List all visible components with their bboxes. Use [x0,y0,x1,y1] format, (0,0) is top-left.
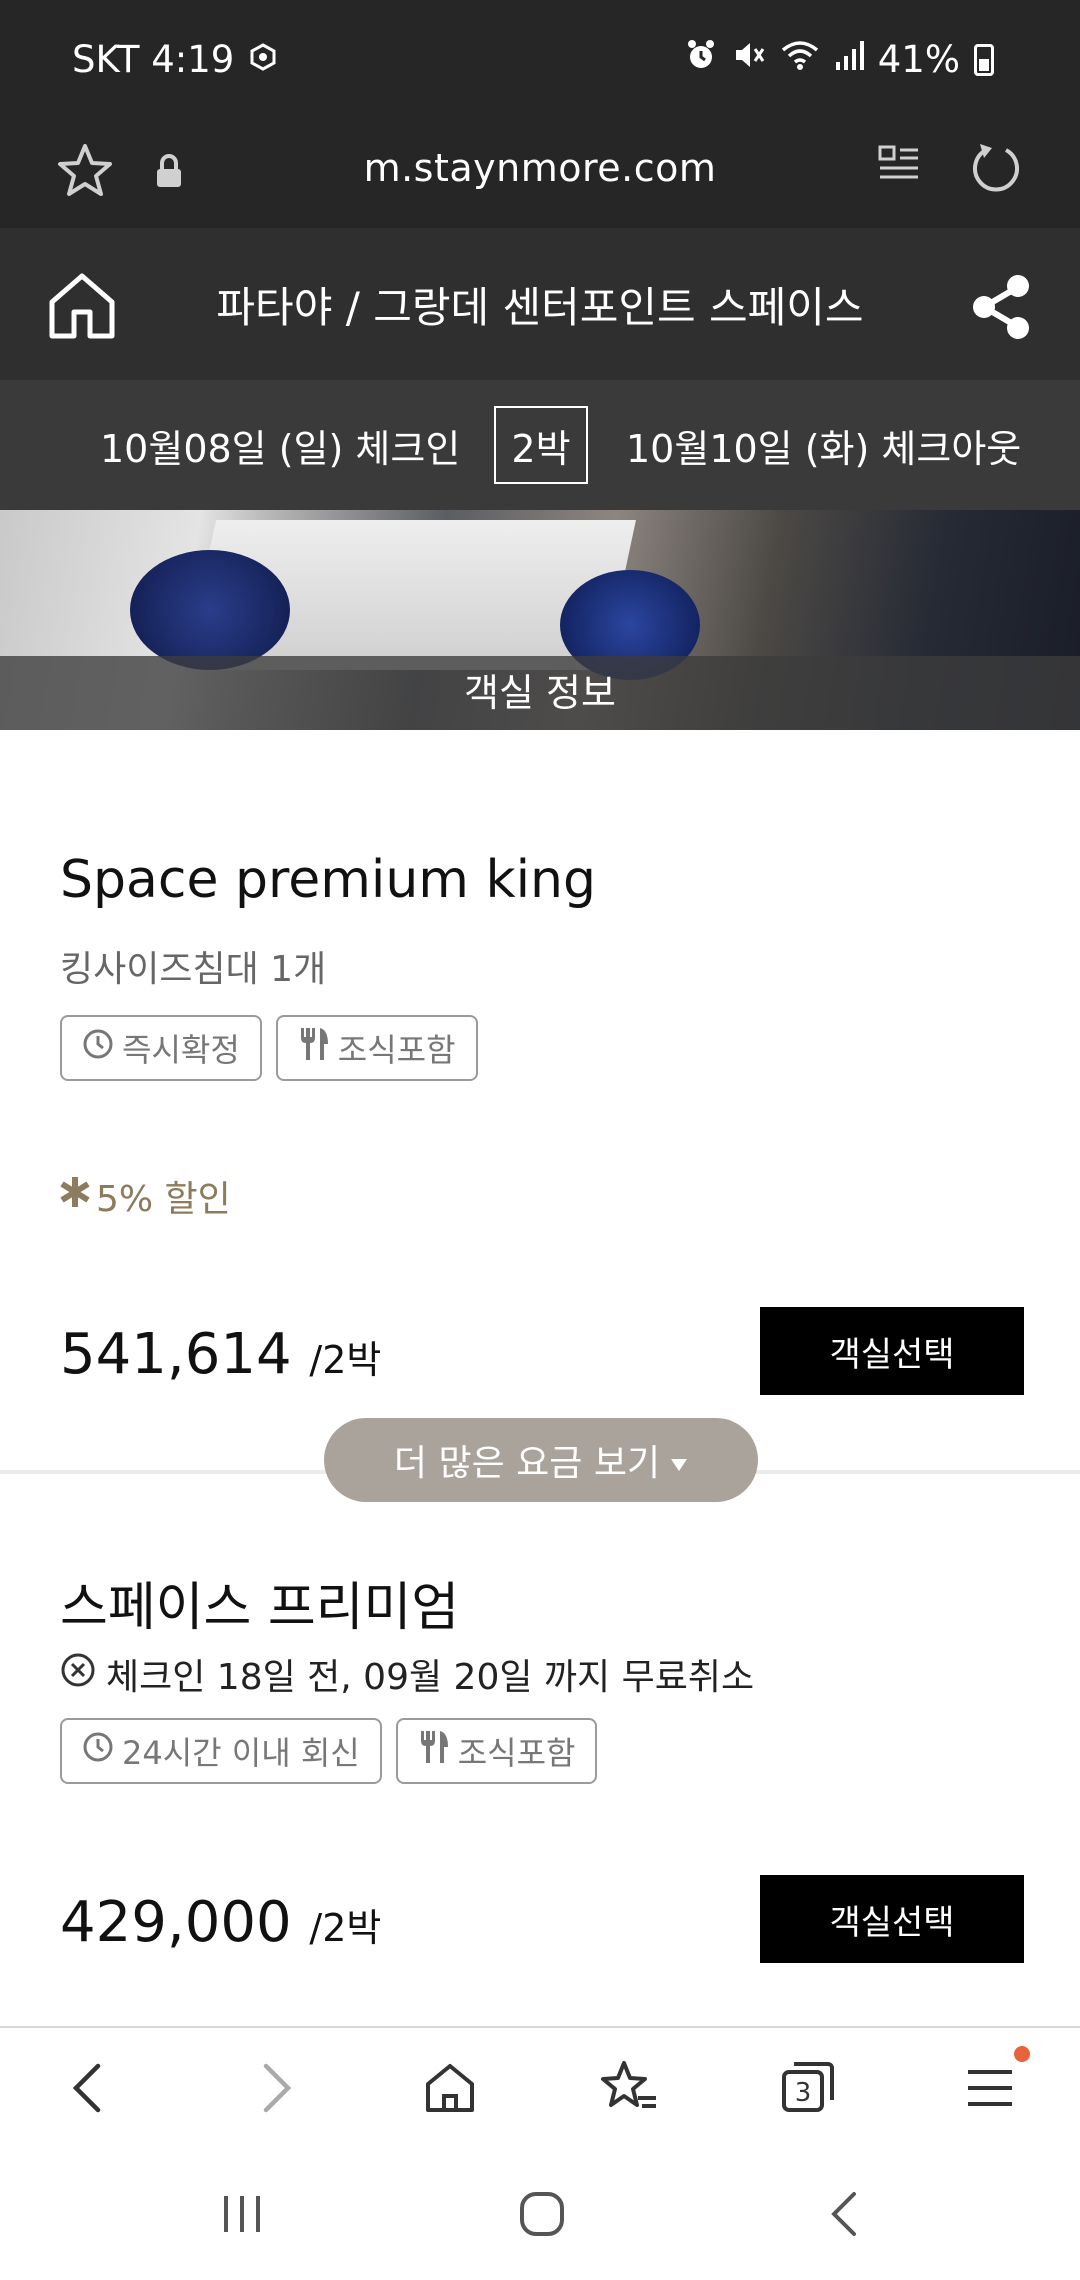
home-icon[interactable] [46,270,118,346]
room-price: 429,000 /2박 [60,1890,381,1955]
price-per-nights: /2박 [309,1906,382,1950]
room-photo[interactable]: 객실 정보 [0,510,1080,730]
tab-count: 3 [795,2078,812,2108]
carrier-time: SKT 4:19 [72,38,235,81]
tabs-icon[interactable]: 3 [778,2058,838,2122]
recent-apps-icon[interactable] [216,2188,268,2244]
select-room-button[interactable]: 객실선택 [760,1307,1024,1395]
select-room-button[interactable]: 객실선택 [760,1875,1024,1963]
tag-label: 24시간 이내 회신 [122,1734,360,1772]
signal-icon [834,38,864,81]
checkin-date[interactable]: 10월08일 (일) 체크인 [100,418,460,473]
tag-label: 조식포함 [337,1031,456,1069]
home-icon[interactable] [420,2058,480,2122]
room-tags: 즉시확정 조식포함 [60,1015,478,1081]
share-icon[interactable] [968,274,1034,344]
caret-down-icon [670,1440,688,1481]
page-title: 파타야 / 그랑데 센터포인트 스페이스 [216,283,864,332]
cutlery-icon [418,1729,450,1773]
more-rates-button[interactable]: 더 많은 요금 보기 [324,1418,758,1502]
back-icon[interactable] [820,2188,872,2244]
mute-icon [732,38,766,81]
room-name: 스페이스 프리미엄 [60,1578,460,1638]
reload-icon[interactable] [968,140,1024,200]
discount-badge: 5% 할인 [58,1170,231,1222]
status-left: SKT 4:19 [72,38,278,81]
battery-icon [974,43,994,76]
room-name: Space premium king [60,850,596,910]
checkout-date[interactable]: 10월10일 (화) 체크아웃 [626,418,1021,473]
browser-bottom-bar: 3 [0,2028,1080,2154]
notification-dot [1014,2046,1030,2062]
discount-text: 5% 할인 [96,1179,231,1220]
price-amount: 541,614 [60,1322,292,1387]
nights-badge: 2박 [494,406,588,484]
wifi-icon [780,38,820,81]
reader-mode-icon[interactable] [876,142,922,192]
room-tags: 24시간 이내 회신 조식포함 [60,1718,598,1784]
tag-breakfast: 조식포함 [275,1015,478,1081]
tag-label: 즉시확정 [122,1031,240,1069]
forward-icon[interactable] [246,2058,302,2122]
price-per-nights: /2박 [309,1338,382,1382]
tag-instant-confirm: 즉시확정 [60,1015,262,1081]
price-amount: 429,000 [60,1890,292,1955]
tag-label: 조식포함 [457,1734,576,1772]
tag-reply-24h: 24시간 이내 회신 [60,1718,382,1784]
cancellation-policy: 체크인 18일 전, 09월 20일 까지 무료취소 [60,1648,754,1700]
home-button-icon[interactable] [516,2188,568,2244]
site-header: 파타야 / 그랑데 센터포인트 스페이스 [0,228,1080,380]
back-icon[interactable] [62,2058,118,2122]
room-photo-pillow [130,550,290,670]
more-rates-label: 더 많은 요금 보기 [393,1443,661,1484]
bookmarks-icon[interactable] [598,2058,660,2122]
alarm-icon [684,38,718,81]
room-info-label[interactable]: 객실 정보 [0,656,1080,730]
browser-url-bar: m.staynmore.com [0,126,1080,228]
cutlery-icon [298,1026,330,1070]
date-bar: 10월08일 (일) 체크인 2박 10월10일 (화) 체크아웃 [0,380,1080,510]
clock-icon [82,1731,114,1771]
policy-text: 체크인 18일 전, 09월 20일 까지 무료취소 [106,1657,755,1698]
menu-icon[interactable] [962,2058,1018,2122]
asterisk-icon [58,1175,92,1218]
clock-icon [82,1028,114,1068]
status-right: 41% [684,38,994,81]
battery-percent: 41% [877,38,960,81]
room-bed-description: 킹사이즈침대 1개 [60,949,327,990]
status-bar: SKT 4:19 41% [0,0,1080,126]
cancel-circle-icon [60,1652,96,1697]
tag-breakfast: 조식포함 [395,1718,598,1784]
system-nav-bar [0,2154,1080,2280]
room-price: 541,614 /2박 [60,1322,381,1387]
settings-icon [248,38,278,81]
